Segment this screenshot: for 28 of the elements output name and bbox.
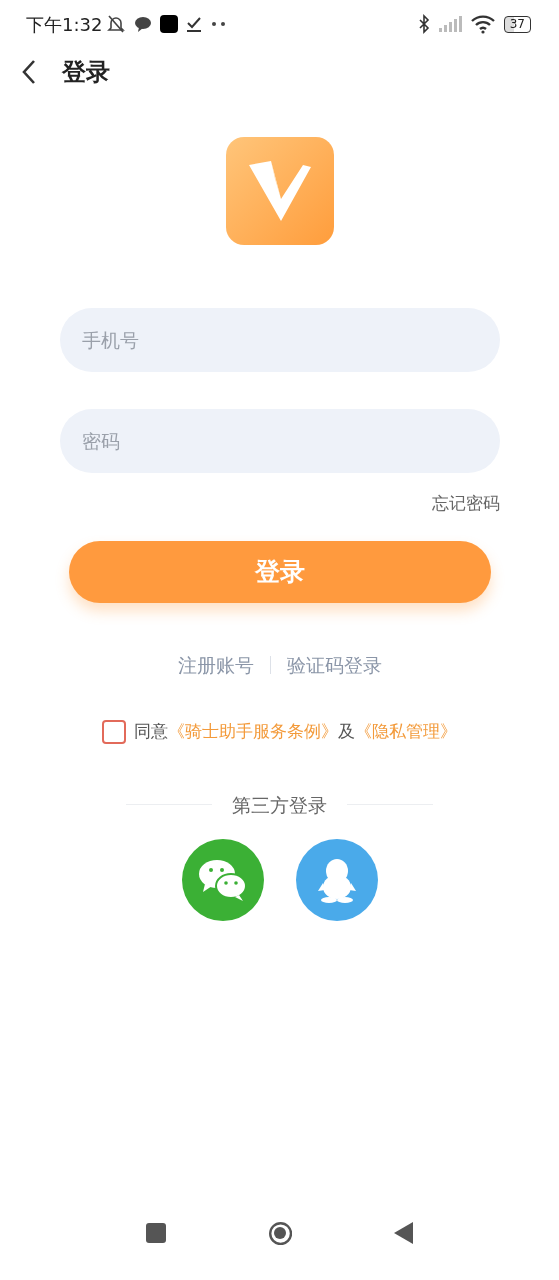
muted-bell-icon — [106, 14, 127, 34]
home-icon — [267, 1221, 292, 1245]
penguin-icon — [316, 857, 357, 903]
chat-icon — [134, 15, 153, 33]
phone-field[interactable]: 手机号 — [59, 308, 500, 372]
back-button[interactable] — [22, 59, 36, 85]
back-icon — [22, 59, 36, 85]
agreement-checkbox[interactable] — [102, 719, 126, 744]
policy-link[interactable]: 《隐私管理》 — [355, 721, 457, 741]
login-button[interactable]: 登录 — [68, 540, 491, 603]
recents-icon — [143, 1221, 168, 1245]
agreement-text: 同意《骑士助手服务条例》及《隐私管理》 — [134, 720, 457, 743]
register-link[interactable]: 注册账号 — [177, 650, 254, 679]
battery-indicator: 37 — [503, 15, 531, 33]
sms-login-link[interactable]: 验证码登录 — [286, 650, 382, 679]
password-field[interactable]: 密码 — [59, 409, 500, 473]
page-title: 登录 — [62, 57, 110, 88]
app-icon — [160, 15, 179, 33]
policy-link[interactable]: 《骑士助手服务条例》 — [168, 721, 338, 741]
home-button[interactable] — [267, 1221, 292, 1245]
signal-icon — [437, 15, 462, 33]
forgot-password-link[interactable]: 忘记密码 — [431, 491, 500, 517]
wifi-icon — [469, 14, 496, 34]
recents-button[interactable] — [143, 1221, 168, 1245]
status-time: 下午1:32 — [26, 12, 103, 37]
download-done-icon — [186, 15, 203, 33]
third-party-title: 第三方登录 — [232, 792, 327, 818]
bluetooth-icon — [417, 14, 430, 34]
